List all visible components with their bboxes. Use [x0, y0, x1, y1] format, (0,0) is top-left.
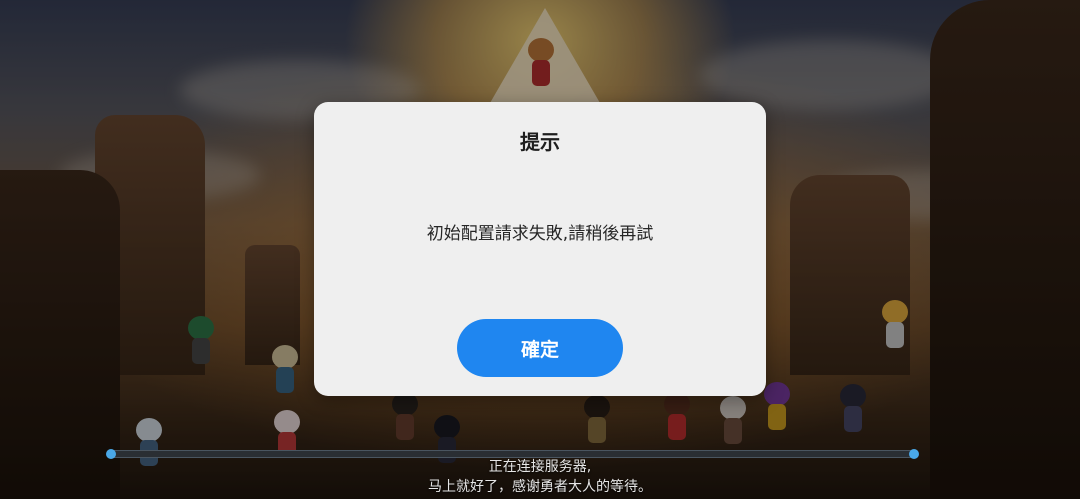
dialog-message: 初始配置請求失敗,請稍後再試: [426, 224, 654, 244]
loading-status-line1: 正在连接服务器,: [488, 459, 592, 475]
dialog-title: 提示: [520, 130, 560, 154]
confirm-button[interactable]: 確定: [457, 319, 623, 377]
alert-dialog: 提示 初始配置請求失敗,請稍後再試 確定: [314, 102, 766, 396]
loading-status-line2: 马上就好了，感谢勇者大人的等待。: [428, 479, 652, 495]
